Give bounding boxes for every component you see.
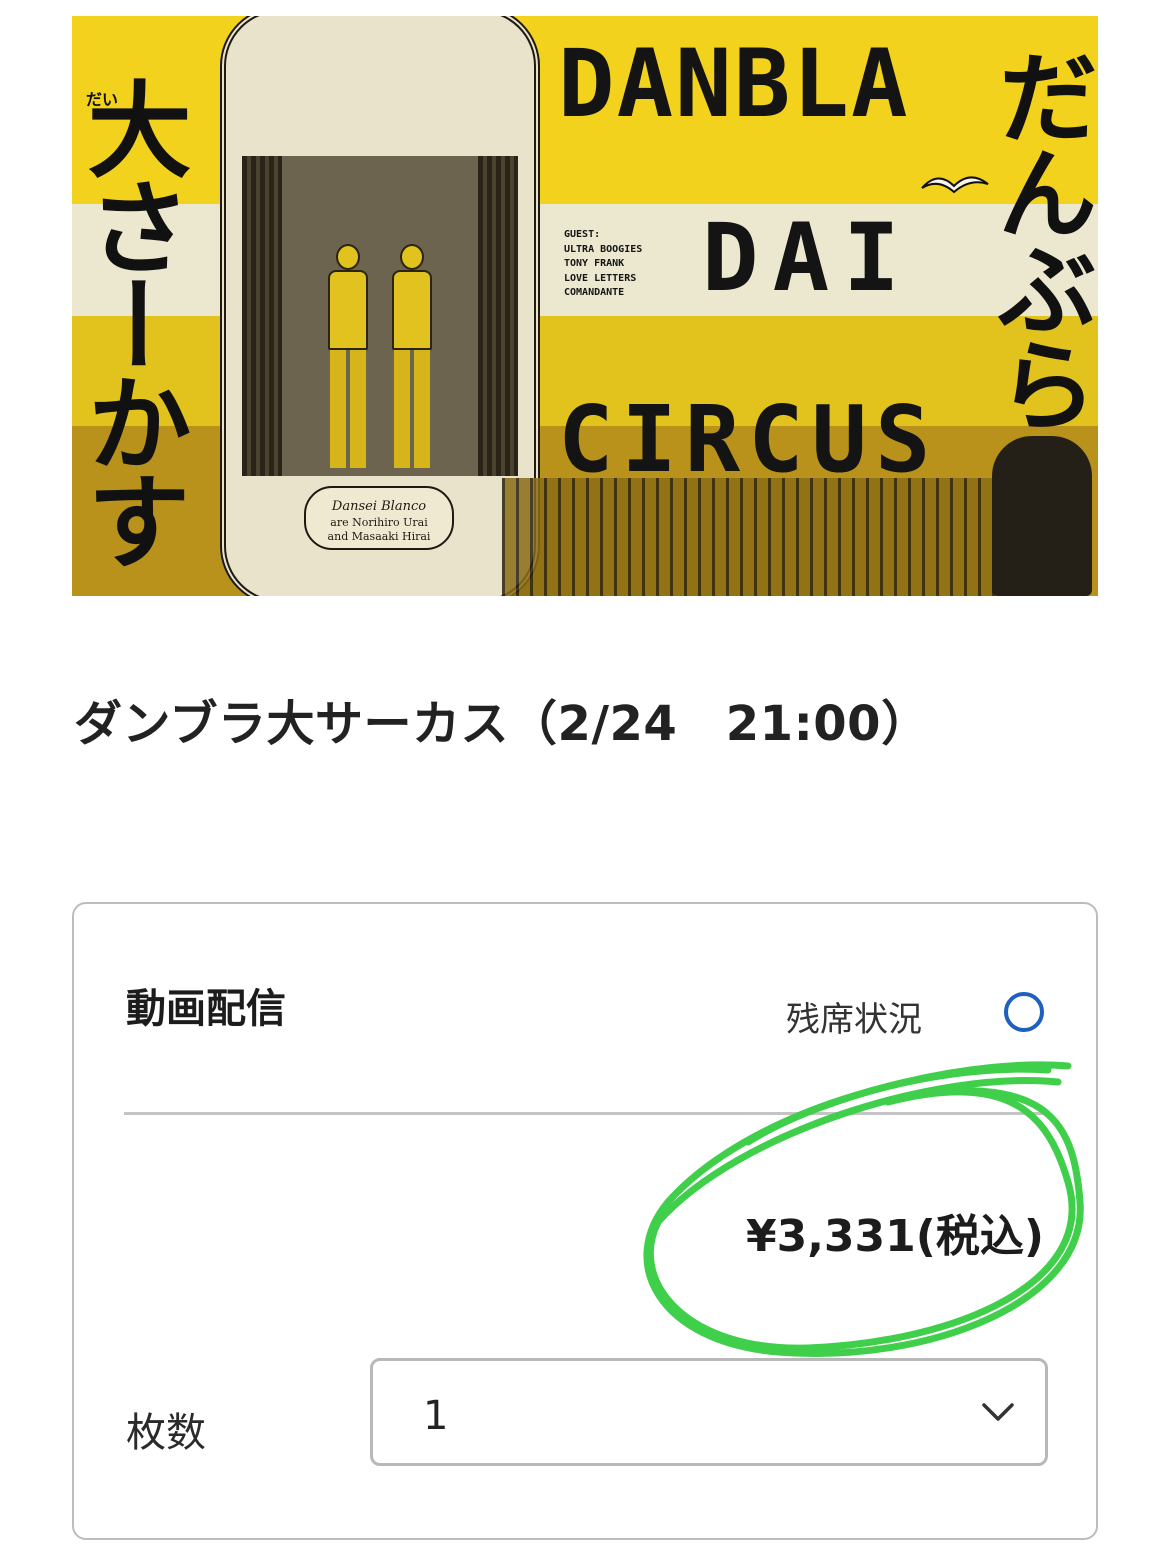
poster-title-circus: CIRCUS — [558, 386, 939, 493]
guest-item: ULTRA BOOGIES — [564, 243, 643, 255]
guest-item: COMANDANTE — [564, 287, 625, 298]
ticket-option-card: 動画配信 残席状況 ¥3,331(税込) 枚数 1 — [72, 902, 1098, 1540]
poster-vertical-title-right: だんぶら — [980, 46, 1097, 430]
quantity-label: 枚数 — [126, 1410, 206, 1456]
quantity-selected-value: 1 — [423, 1393, 449, 1439]
poster-buildings-illustration — [502, 478, 1022, 596]
quantity-select[interactable]: 1 — [370, 1358, 1048, 1466]
plaque-line: and Masaaki Hirai — [327, 530, 431, 544]
poster-plaque: Dansei Blanco are Norihiro Urai and Masa… — [304, 486, 454, 550]
guest-label: GUEST: — [564, 229, 601, 240]
stage-curtain-right — [478, 156, 518, 476]
event-poster-image: Dansei Blanco are Norihiro Urai and Masa… — [72, 16, 1098, 596]
poster-title-danbla: DANBLA — [558, 30, 910, 139]
circle-available-icon — [1004, 992, 1044, 1032]
poster-title-dai: DAI — [702, 204, 914, 313]
seagull-icon — [920, 168, 990, 198]
card-divider — [124, 1112, 1050, 1115]
chevron-down-icon — [982, 1403, 1014, 1421]
seat-status-label: 残席状況 — [786, 1000, 922, 1040]
poster-guest-list: GUEST: ULTRA BOOGIES TONY FRANK LOVE LET… — [564, 228, 642, 301]
performer-figure-right — [384, 244, 438, 476]
performer-figure-left — [320, 244, 374, 476]
stage-backdrop — [242, 156, 518, 476]
ticket-type-heading: 動画配信 — [126, 986, 286, 1032]
poster-vertical-title-left: 大さーかす — [72, 76, 191, 566]
guest-item: TONY FRANK — [564, 258, 625, 269]
poster-photographer-illustration — [992, 436, 1092, 596]
plaque-line: are Norihiro Urai — [330, 515, 428, 529]
stage-curtain-left — [242, 156, 282, 476]
event-title: ダンブラ大サーカス（2/24 21:00） — [74, 696, 930, 752]
guest-item: LOVE LETTERS — [564, 272, 637, 284]
ticket-price: ¥3,331(税込) — [745, 1211, 1044, 1262]
plaque-name: Dansei Blanco — [331, 499, 427, 514]
